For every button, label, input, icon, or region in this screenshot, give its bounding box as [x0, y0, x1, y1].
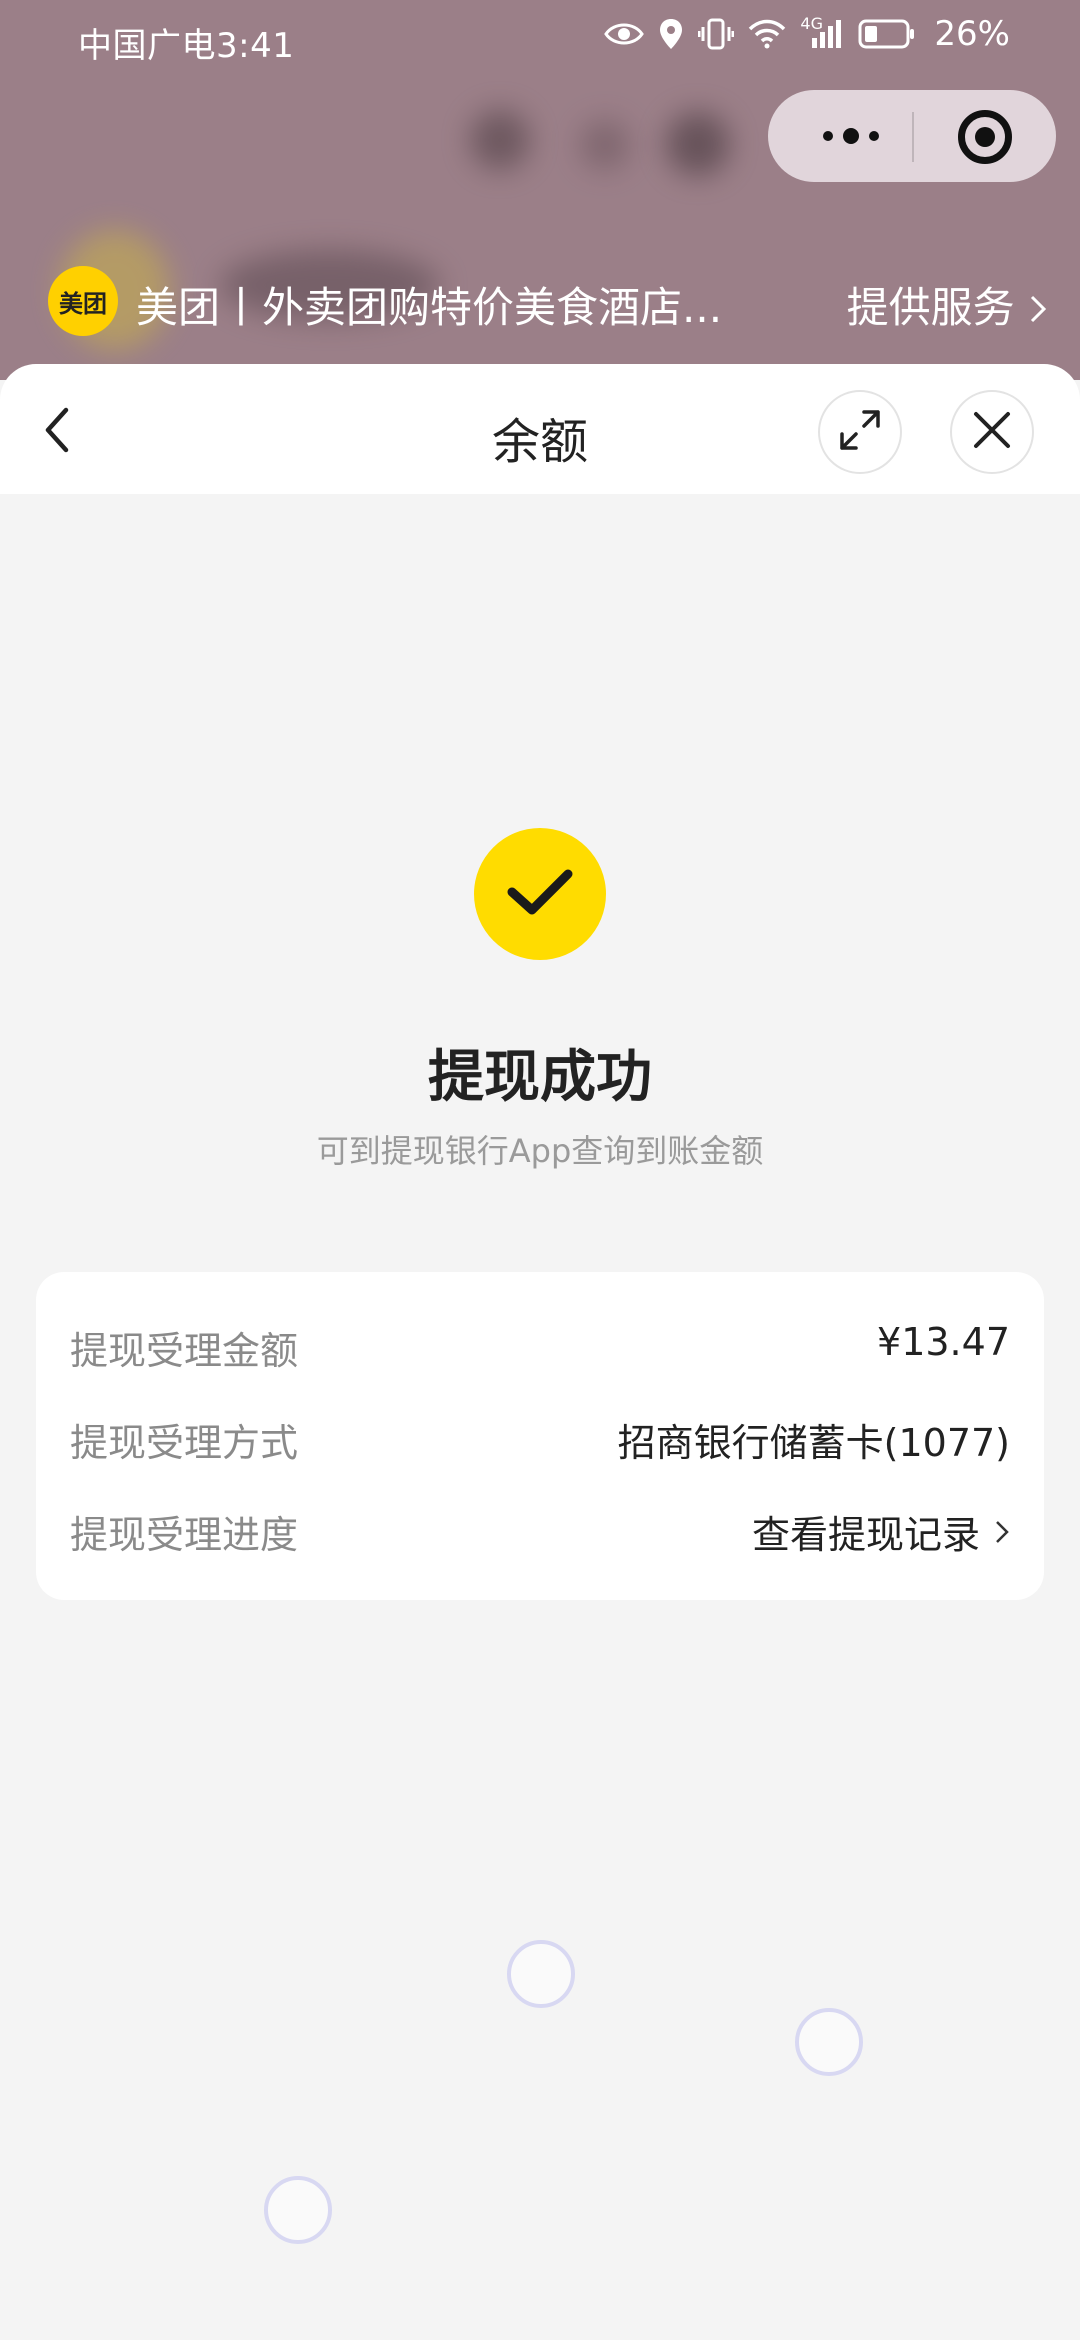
amount-value: ¥13.47 — [877, 1320, 1010, 1364]
expand-button[interactable] — [818, 390, 902, 474]
check-icon — [504, 864, 576, 924]
service-provider-link[interactable]: 提供服务 — [847, 274, 1048, 335]
more-icon[interactable] — [806, 120, 896, 152]
page-title: 余额 — [491, 414, 588, 470]
network-type: 4G — [800, 14, 823, 33]
method-value: 招商银行储蓄卡(1077) — [617, 1421, 1010, 1465]
chevron-right-icon — [1028, 286, 1048, 335]
touch-indicator — [507, 1940, 575, 2008]
mini-program-title: 美团丨外卖团购特价美食酒店... — [136, 283, 723, 332]
battery-icon — [858, 19, 916, 49]
detail-row-progress: 提现受理进度 查看提现记录 — [70, 1496, 1010, 1559]
progress-label: 提现受理进度 — [70, 1513, 299, 1557]
service-label: 提供服务 — [846, 283, 1015, 332]
status-icons: 4G 26% — [604, 14, 1010, 54]
eye-icon — [604, 20, 645, 48]
chevron-right-icon — [994, 1510, 1010, 1554]
page-header: 余额 — [0, 364, 1080, 494]
view-records-link[interactable]: 查看提现记录 — [752, 1504, 1010, 1559]
close-button[interactable] — [950, 390, 1034, 474]
blurred-shape — [470, 110, 530, 170]
detail-row-amount: 提现受理金额 ¥13.47 — [70, 1312, 1010, 1373]
expand-icon — [838, 408, 882, 456]
battery-level: 26% — [934, 14, 1010, 54]
vibrate-icon — [698, 17, 735, 51]
wifi-icon — [748, 19, 786, 49]
view-records-text: 查看提现记录 — [751, 1513, 980, 1557]
carrier-time: 中国广电3:41 — [78, 26, 295, 66]
mini-program-capsule — [768, 90, 1056, 182]
close-icon — [971, 409, 1013, 455]
status-bar: 中国广电3:41 4G 26% — [0, 0, 1080, 76]
signal-icon: 4G — [800, 14, 844, 50]
method-label: 提现受理方式 — [70, 1421, 299, 1465]
success-subtitle: 可到提现银行App查询到账金额 — [316, 1132, 764, 1170]
blurred-shape — [666, 112, 730, 176]
success-title: 提现成功 — [428, 1045, 652, 1110]
amount-label: 提现受理金额 — [70, 1329, 299, 1373]
detail-row-method: 提现受理方式 招商银行储蓄卡(1077) — [70, 1404, 1010, 1465]
meituan-logo: 美团 — [48, 266, 118, 336]
location-icon — [658, 17, 684, 51]
capsule-divider — [912, 112, 914, 162]
touch-indicator — [264, 2176, 332, 2244]
blurred-shape — [580, 120, 630, 170]
touch-indicator — [795, 2008, 863, 2076]
withdrawal-details-card: 提现受理金额 ¥13.47 提现受理方式 招商银行储蓄卡(1077) 提现受理进… — [36, 1272, 1044, 1600]
mini-program-info[interactable]: 美团 美团丨外卖团购特价美食酒店... 提供服务 — [48, 262, 1048, 342]
target-icon[interactable] — [958, 110, 1012, 164]
success-badge — [474, 828, 606, 960]
